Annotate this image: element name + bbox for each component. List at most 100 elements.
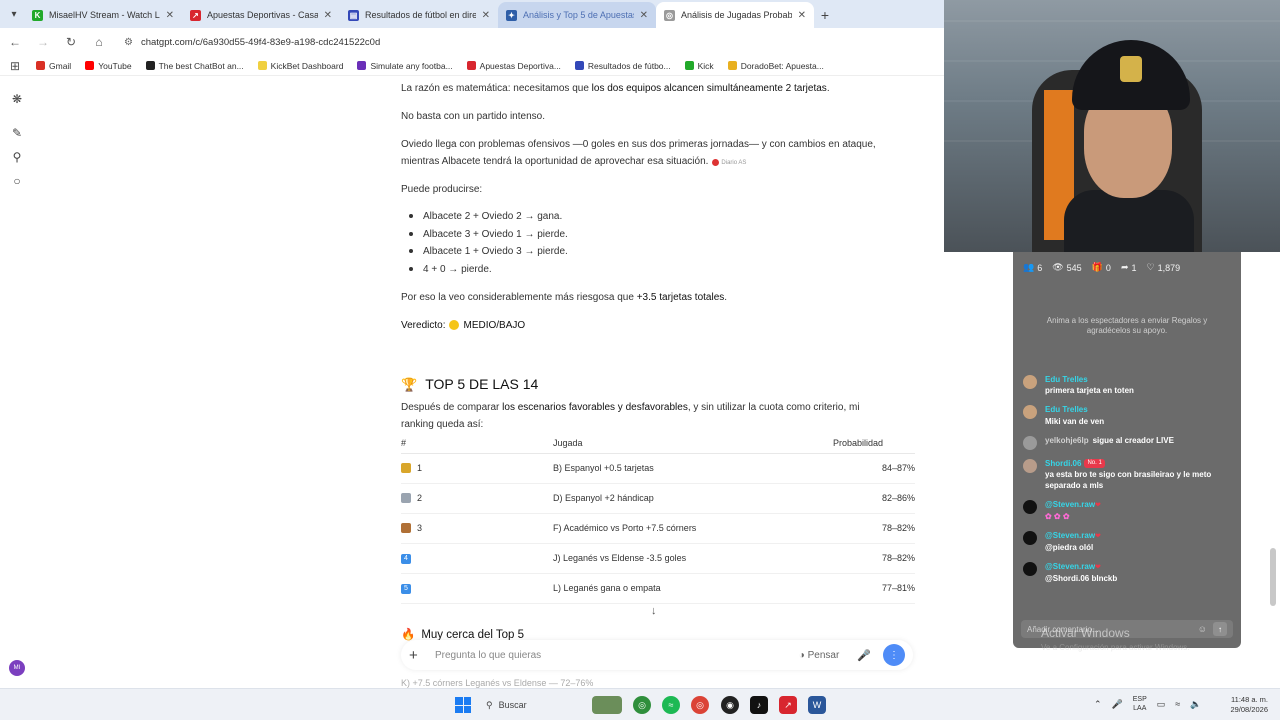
avatar[interactable] (1023, 435, 1037, 450)
obs-icon[interactable]: ◉ (721, 696, 739, 714)
bookmark-kick[interactable]: Kick (684, 61, 714, 71)
taskbar-search[interactable]: ⚲ Buscar (486, 696, 586, 714)
avatar[interactable] (1023, 405, 1037, 420)
close-tab-icon[interactable]: ✕ (640, 10, 648, 21)
text: La razón es matemática: necesitamos que (401, 83, 592, 94)
bookmark-chatbot[interactable]: The best ChatBot an... (145, 61, 244, 71)
bookmark-doradobet[interactable]: DoradoBet: Apuesta... (727, 61, 824, 71)
landscape-widget-icon[interactable] (592, 696, 622, 714)
close-tab-icon[interactable]: ✕ (798, 10, 806, 21)
bronze-medal-icon (401, 523, 411, 534)
home-icon[interactable]: ⌂ (92, 35, 106, 49)
display-icon[interactable]: ▭ (1157, 699, 1166, 710)
voice-mode-button[interactable]: ⋮ (883, 644, 905, 666)
wifi-icon[interactable]: ≈ (1175, 699, 1180, 709)
gift-icon: 🎁 (1091, 262, 1103, 272)
avatar[interactable] (1023, 458, 1037, 473)
results-favicon-icon: ▤ (348, 9, 359, 21)
emoji-icon[interactable]: ☺ (1198, 624, 1207, 634)
betting-app-icon[interactable]: ↗ (779, 696, 797, 714)
scroll-down-arrow-icon[interactable]: ↓ (651, 602, 657, 621)
paragraph-intro: Después de comparar los escenarios favor… (401, 399, 913, 433)
message-text: @Shordi.06 bInckb (1045, 574, 1118, 584)
microphone-tray-icon[interactable]: 🎤 (1112, 699, 1123, 710)
taskbar-clock[interactable]: 11:48 a. m. 29/08/2026 (1222, 695, 1268, 715)
close-tab-icon[interactable]: ✕ (166, 10, 174, 21)
spotify-icon[interactable]: ≈ (662, 696, 680, 714)
tab-analisis-jugadas[interactable]: ◎ Análisis de Jugadas Probables ✕ (656, 2, 814, 28)
heart-badge-icon: ❤ (1095, 564, 1101, 572)
bookmark-apuestas[interactable]: Apuestas Deportiva... (466, 61, 561, 71)
ranking-table: # Jugada Probabilidad 1 B) Espanyol +0.5… (401, 434, 915, 604)
bookmark-kickbet[interactable]: KickBet Dashboard (257, 61, 343, 71)
tab-analisis-top5[interactable]: ✦ Análisis y Top 5 de Apuestas - C ✕ (498, 2, 656, 28)
openai-logo-icon[interactable]: ❋ (10, 92, 24, 106)
tab-search-chevron-icon[interactable]: ▾ (4, 0, 24, 28)
add-attachment-button[interactable]: + (409, 647, 427, 664)
message-user[interactable]: @Steven.raw (1045, 500, 1095, 509)
library-icon[interactable]: ○ (10, 174, 24, 188)
message-user[interactable]: Edu Trelles (1045, 374, 1134, 385)
tab-misaelhv-stream[interactable]: K MisaelHV Stream - Watch Live ✕ (24, 2, 182, 28)
user-avatar[interactable]: MI (9, 660, 25, 676)
avatar[interactable] (1023, 500, 1037, 515)
chrome-profile-icon[interactable]: ◎ (691, 696, 709, 714)
new-chat-icon[interactable]: ✎ (10, 126, 24, 140)
tab-title: Resultados de fútbol en directo (365, 10, 476, 20)
bookmark-label: YouTube (98, 60, 132, 71)
avatar[interactable] (1023, 375, 1037, 389)
gemini-favicon-icon: ✦ (506, 9, 517, 21)
apuestas-icon (466, 61, 476, 70)
avatar[interactable] (1023, 531, 1037, 546)
close-tab-icon[interactable]: ✕ (324, 10, 332, 21)
rank-value: 1 (417, 462, 423, 473)
send-button[interactable]: ↑ (1213, 622, 1227, 636)
message-text: @piedra olól (1045, 543, 1094, 553)
avatar[interactable] (1023, 562, 1037, 577)
windows-start-icon[interactable] (455, 697, 471, 713)
page-scrollbar[interactable] (1270, 548, 1276, 606)
tray-chevron-icon[interactable]: ⌃ (1094, 699, 1102, 710)
think-button[interactable]: ◑ Pensar (799, 650, 840, 661)
tiktok-icon[interactable]: ♪ (750, 696, 768, 714)
url-field[interactable]: ⚙ chatgpt.com/c/6a930d55-49f4-83e9-a198-c… (124, 37, 380, 48)
lang-top: ESP (1132, 696, 1147, 703)
search-label: Buscar (498, 700, 527, 710)
prompt-input[interactable]: Pregunta lo que quieras (435, 650, 799, 661)
language-indicator[interactable]: ESP LAA (1133, 695, 1147, 713)
apps-grid-icon[interactable]: ⊞ (8, 59, 22, 73)
stat-value: 1,879 (1157, 262, 1181, 273)
message-user[interactable]: @Steven.raw (1045, 562, 1095, 571)
chrome-icon[interactable]: ◎ (633, 696, 651, 714)
message-user[interactable]: yelkohje6lp (1045, 436, 1089, 445)
chat-message: @Steven.raw❤ @Shordi.06 bInckb (1023, 561, 1235, 584)
verdict-label: Veredicto: (401, 320, 446, 331)
new-tab-button[interactable]: + (814, 2, 836, 28)
back-arrow-icon[interactable]: ← (8, 35, 22, 49)
play-cell: F) Académico vs Porto +7.5 córners (553, 522, 697, 533)
close-tab-icon[interactable]: ✕ (482, 10, 490, 21)
bookmark-simulate[interactable]: Simulate any footba... (357, 61, 453, 71)
reload-icon[interactable]: ↻ (64, 35, 78, 49)
tab-apuestas-deportivas[interactable]: ↗ Apuestas Deportivas - Casa de ✕ (182, 2, 340, 28)
message-user[interactable]: @Steven.raw (1045, 531, 1095, 540)
message-user[interactable]: Shordi.06 (1045, 459, 1081, 468)
word-icon[interactable]: W (808, 696, 826, 714)
list-item: Albacete 3 + Oviedo 1 → pierde. (409, 226, 809, 244)
volume-icon[interactable]: 🔈 (1190, 699, 1201, 710)
rank-cell: 1 (401, 461, 553, 476)
windows-taskbar: ⚲ Buscar ◎ ≈ ◎ ◉ ♪ ↗ W ⌃ 🎤 ESP LAA ▭ ≈ 🔈 1… (0, 688, 1280, 720)
citation-chip[interactable]: Diario AS (712, 158, 746, 168)
search-icon[interactable]: ⚲ (10, 150, 24, 164)
stat-likes: ♡ 1,879 (1147, 262, 1181, 273)
bookmark-youtube[interactable]: YouTube (85, 60, 132, 71)
tab-resultados-futbol[interactable]: ▤ Resultados de fútbol en directo ✕ (340, 2, 498, 28)
rank-cell: 3 (401, 521, 553, 536)
paragraph-risk: Por eso la veo considerablemente más rie… (401, 289, 913, 306)
site-info-icon[interactable]: ⚙ (124, 37, 133, 48)
bookmark-gmail[interactable]: Gmail (36, 61, 71, 71)
microphone-icon[interactable]: 🎤 (857, 649, 871, 662)
forward-arrow-icon[interactable]: → (36, 35, 50, 49)
bookmark-resultados[interactable]: Resultados de fútbo... (574, 61, 671, 71)
message-user[interactable]: Edu Trelles (1045, 404, 1104, 415)
